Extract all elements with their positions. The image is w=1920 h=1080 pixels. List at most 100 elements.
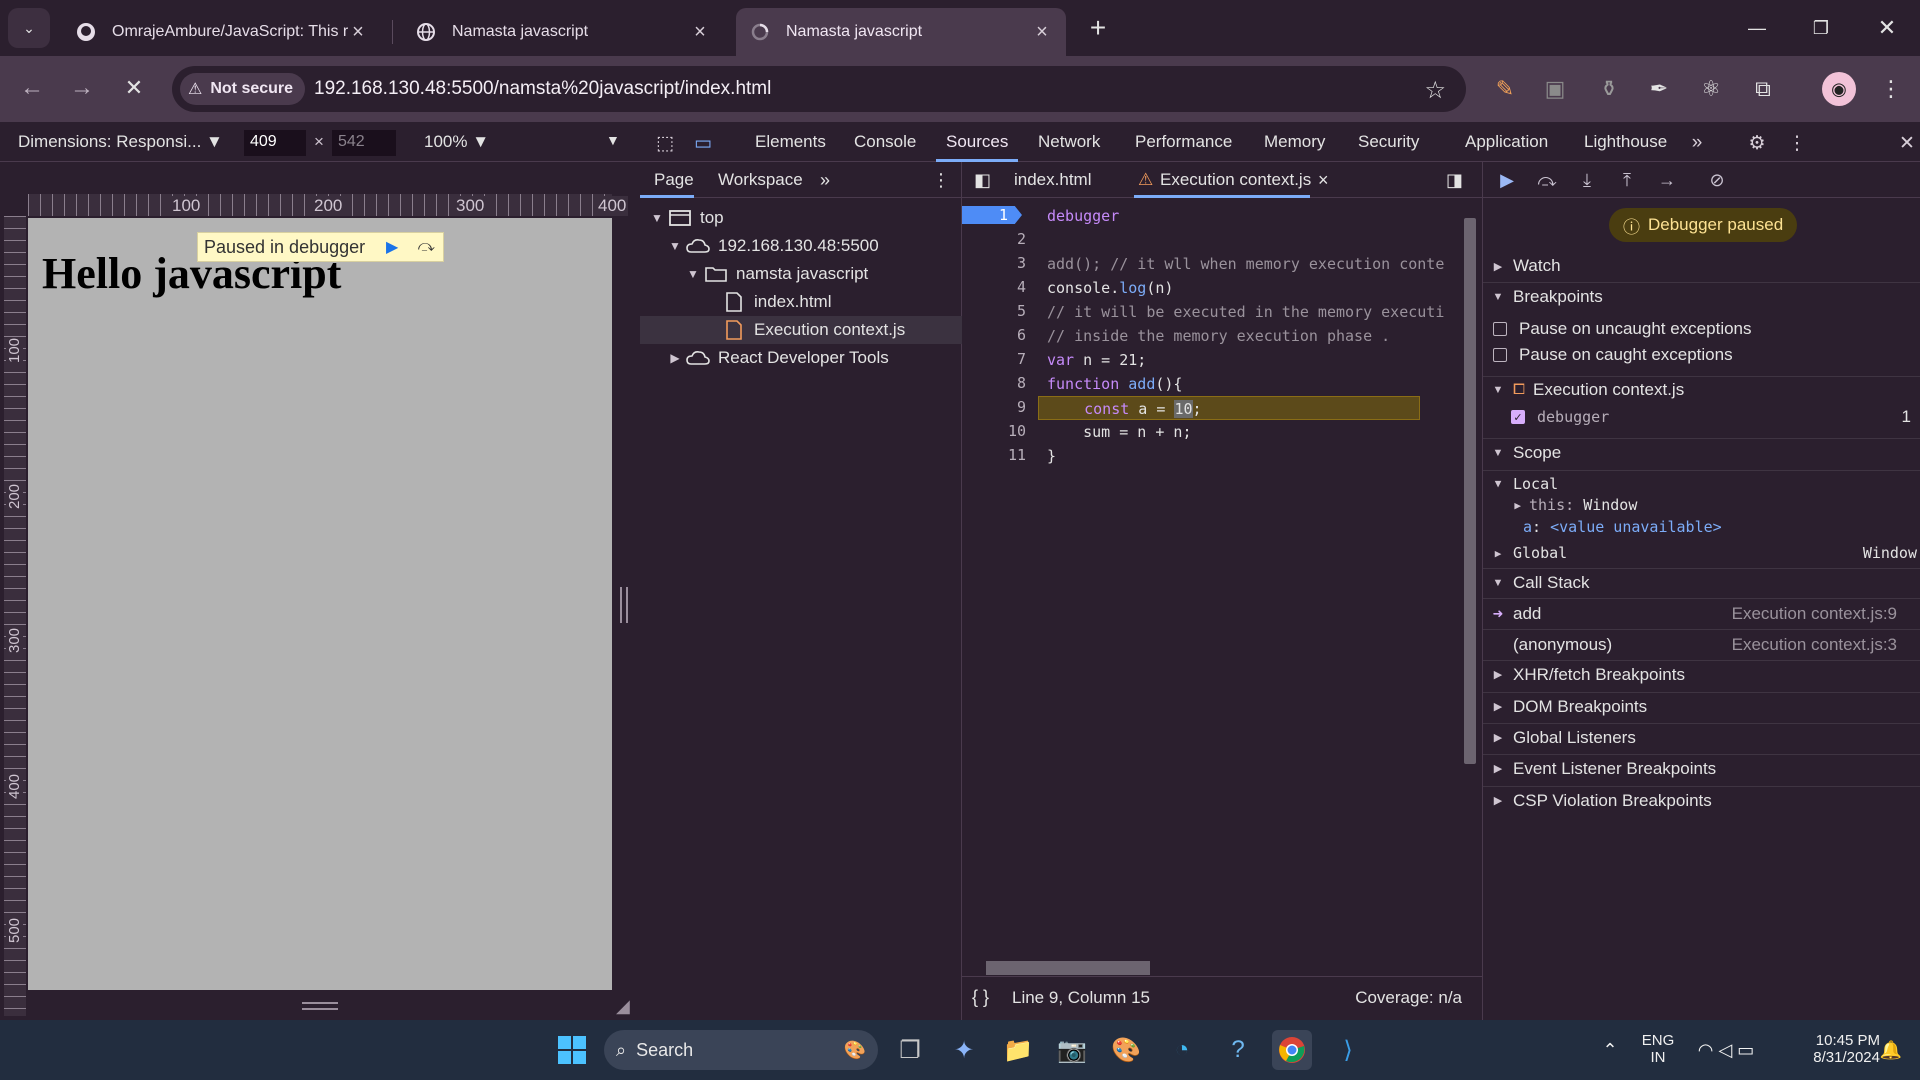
notification-bell-icon[interactable]: 🔔 [1876,1030,1906,1070]
vertical-scrollbar[interactable] [1458,202,1480,976]
step-into-icon[interactable]: ⤓ [1573,168,1601,192]
profile-avatar[interactable]: ◉ [1822,72,1856,106]
corner-resize-handle-icon[interactable]: ◢ [616,996,630,1017]
step-over-icon[interactable]: ⤼ [409,232,443,262]
right-resize-handle[interactable] [620,587,628,623]
bottom-resize-handle[interactable] [302,1002,338,1010]
back-button[interactable]: ← [14,70,50,106]
tab-console[interactable]: Console [854,132,916,152]
device-options-caret-icon[interactable]: ▼ [606,132,620,148]
url-text[interactable]: 192.168.130.48:5500/namsta%20javascript/… [314,78,771,100]
tree-item-execution-context[interactable]: Execution context.js [640,316,962,344]
close-icon[interactable]: × [348,21,368,43]
browser-tab-namasta-active[interactable]: Namasta javascript × [736,8,1066,56]
navigator-menu-icon[interactable]: ⋮ [932,170,950,191]
line-number[interactable]: 7 [966,350,1026,368]
forward-button[interactable]: → [64,70,100,106]
close-icon[interactable]: × [1032,21,1052,43]
pause-uncaught-option[interactable]: Pause on uncaught exceptions [1483,316,1920,342]
tree-item-host[interactable]: ▼ 192.168.130.48:5500 [640,232,962,260]
tab-elements[interactable]: Elements [755,132,826,152]
tab-page[interactable]: Page [654,170,694,190]
line-number[interactable]: 11 [966,446,1026,464]
section-breakpoints[interactable]: ▼ Breakpoints [1483,282,1920,310]
restore-button[interactable]: ❐ [1796,8,1846,48]
line-number[interactable]: 5 [966,302,1026,320]
eyedropper-icon[interactable]: ✒ [1644,74,1674,104]
help-icon[interactable]: ? [1218,1030,1258,1070]
tab-network[interactable]: Network [1038,132,1100,152]
tab-lighthouse[interactable]: Lighthouse [1584,132,1667,152]
call-frame-add[interactable]: ➜ add Execution context.js:9 [1483,598,1920,628]
dimensions-dropdown[interactable]: Dimensions: Responsi... ▼ [18,132,223,152]
checkbox-checked[interactable]: ✓ [1511,410,1525,424]
browser-tab-github[interactable]: OmrajeAmbure/JavaScript: This re × [62,8,382,56]
deactivate-breakpoints-icon[interactable]: ⊘ [1703,168,1731,192]
section-call-stack[interactable]: ▼ Call Stack [1483,568,1920,596]
toggle-debugger-icon[interactable]: ◨ [1446,170,1463,191]
tree-item-top[interactable]: ▼ top [640,204,962,232]
section-global-listeners[interactable]: ▶ Global Listeners [1483,723,1920,751]
line-number[interactable]: 8 [966,374,1026,392]
section-xhr-breakpoints[interactable]: ▶ XHR/fetch Breakpoints [1483,660,1920,688]
bookmark-star-icon[interactable]: ☆ [1424,76,1446,105]
height-input[interactable]: 542 [332,130,396,156]
extensions-puzzle-icon[interactable]: ⧉ [1748,74,1778,104]
more-tabs-icon[interactable]: » [1684,130,1710,156]
scrollbar-thumb[interactable] [1464,218,1476,764]
windows-start-icon[interactable] [552,1030,592,1070]
section-event-listener-breakpoints[interactable]: ▶ Event Listener Breakpoints [1483,754,1920,782]
scope-local[interactable]: ▼ Local [1483,470,1920,496]
breakpoint-file[interactable]: ▼ ⧠ Execution context.js [1483,376,1920,402]
close-window-button[interactable]: ✕ [1862,8,1912,48]
stop-loading-button[interactable]: ✕ [116,70,152,106]
resume-icon[interactable]: ▶ [375,232,409,262]
line-number[interactable]: 3 [966,254,1026,272]
camera-icon[interactable]: 📷 [1052,1030,1092,1070]
step-icon[interactable]: → [1653,168,1681,192]
scope-var-a[interactable]: a : <value unavailable> [1483,516,1920,538]
editor-tab-execution-context[interactable]: Execution context.js [1160,170,1311,190]
section-csp-violation-breakpoints[interactable]: ▶ CSP Violation Breakpoints [1483,786,1920,814]
editor-tab-index-html[interactable]: index.html [1014,170,1091,190]
tab-sources[interactable]: Sources [946,132,1008,152]
paint-icon[interactable]: 🎨 [1106,1030,1146,1070]
tab-memory[interactable]: Memory [1264,132,1325,152]
line-number[interactable]: 10 [966,422,1026,440]
tab-security[interactable]: Security [1358,132,1419,152]
edge-icon[interactable]: ◔ [1162,1030,1202,1070]
step-out-icon[interactable]: ⤒ [1613,168,1641,192]
line-number-breakpoint[interactable]: 1 [962,206,1022,224]
devtools-menu-icon[interactable]: ⋮ [1784,130,1810,156]
show-hidden-icons-icon[interactable]: ⌃ [1590,1030,1630,1070]
tab-workspace[interactable]: Workspace [718,170,803,190]
language-indicator[interactable]: ENG IN [1640,1032,1676,1066]
new-tab-button[interactable]: + [1080,10,1116,46]
chrome-icon[interactable] [1272,1030,1312,1070]
checkbox[interactable] [1493,348,1507,362]
tab-application[interactable]: Application [1465,132,1548,152]
close-icon[interactable]: × [690,21,710,43]
line-number[interactable]: 9 [966,398,1026,416]
call-frame-anonymous[interactable]: (anonymous) Execution context.js:3 [1483,629,1920,659]
file-explorer-icon[interactable]: 📁 [998,1030,1038,1070]
vscode-icon[interactable]: ⟩ [1328,1030,1368,1070]
minimize-button[interactable]: — [1732,8,1782,48]
tree-item-folder[interactable]: ▼ namsta javascript [640,260,962,288]
section-scope[interactable]: ▼ Scope [1483,438,1920,466]
checkbox[interactable] [1493,322,1507,336]
task-view-icon[interactable]: ❐ [890,1030,930,1070]
breakpoint-entry[interactable]: ✓ debugger 1 [1483,404,1920,430]
network-volume-battery-icons[interactable]: ◠ ◁ ▭ [1686,1030,1766,1070]
more-tabs-icon[interactable]: » [820,170,830,191]
tab-performance[interactable]: Performance [1135,132,1232,152]
line-number[interactable]: 6 [966,326,1026,344]
close-icon[interactable]: × [1318,170,1329,191]
width-input[interactable]: 409 [244,130,306,156]
horizontal-scrollbar[interactable] [962,958,1458,976]
browser-tab-namasta-1[interactable]: Namasta javascript × [402,8,724,56]
section-watch[interactable]: ▶ Watch [1483,252,1920,280]
section-dom-breakpoints[interactable]: ▶ DOM Breakpoints [1483,692,1920,720]
toggle-navigator-icon[interactable]: ◧ [974,170,991,191]
copilot-icon[interactable]: ✦ [944,1030,984,1070]
